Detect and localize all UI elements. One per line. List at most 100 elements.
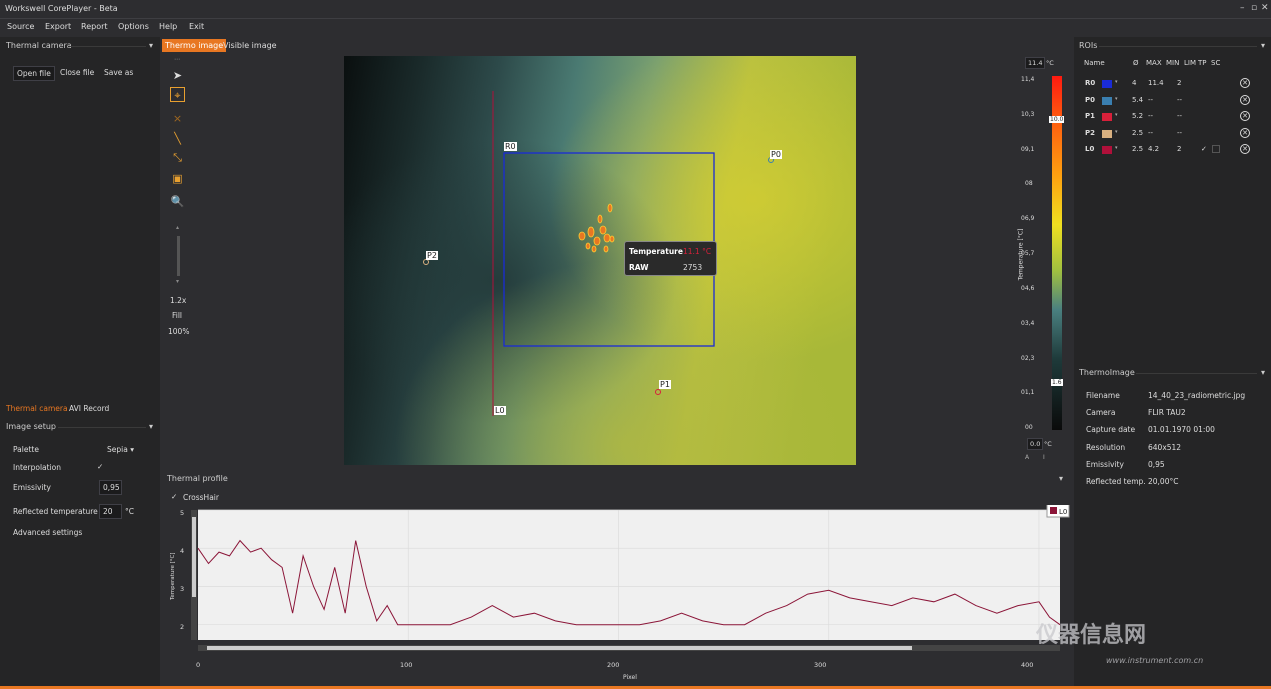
roi-max: 4.2 bbox=[1148, 145, 1160, 153]
roi-color-swatch[interactable] bbox=[1102, 129, 1112, 138]
collapse-icon-setup[interactable]: ▾ bbox=[149, 422, 153, 431]
crosshair-tool-icon[interactable]: ⌖ bbox=[170, 87, 185, 102]
menu-help[interactable]: Help bbox=[159, 22, 177, 31]
roi-delete-icon[interactable]: ✕ bbox=[1240, 78, 1250, 88]
scale-min-input[interactable]: 0.0 bbox=[1027, 438, 1044, 450]
pointer-tool-icon[interactable]: ➤ bbox=[170, 68, 185, 83]
roi-row[interactable]: L0 2.5 4.2 2 ✓ ▾ ✕ bbox=[1074, 144, 1271, 161]
collapse-icon-thermoimage[interactable]: ▾ bbox=[1261, 368, 1265, 377]
zoom-slider[interactable] bbox=[177, 236, 180, 276]
close-file-button[interactable]: Close file bbox=[60, 68, 94, 77]
roi-delete-icon[interactable]: ✕ bbox=[1240, 144, 1250, 154]
roi-name: L0 bbox=[1085, 145, 1095, 153]
roi-delete-icon[interactable]: ✕ bbox=[1240, 127, 1250, 138]
roi-color-dropdown-icon[interactable]: ▾ bbox=[1115, 145, 1118, 151]
menu-exit[interactable]: Exit bbox=[189, 22, 204, 31]
watermark-url: www.instrument.com.cn bbox=[1106, 656, 1204, 665]
scale-tick-2: 09,1 bbox=[1021, 146, 1035, 153]
save-as-button[interactable]: Save as bbox=[104, 68, 133, 77]
tooltip-raw-value: 2753 bbox=[683, 263, 703, 272]
roi-row[interactable]: P1 5.2 -- -- ▾ ✕ bbox=[1074, 111, 1271, 128]
marker-p2: P2 bbox=[426, 251, 438, 260]
close-icon[interactable]: ✕ bbox=[1261, 3, 1269, 13]
roi-color-dropdown-icon[interactable]: ▾ bbox=[1115, 112, 1118, 118]
rois-header: ROIs bbox=[1079, 41, 1098, 50]
roi-avg: 5.4 bbox=[1132, 95, 1144, 104]
scale-hi-marker[interactable]: 10.0 bbox=[1049, 116, 1065, 123]
watermark-cn: 仪器信息网 bbox=[1036, 623, 1147, 648]
info-value: 01.01.1970 01:00 bbox=[1148, 425, 1215, 435]
maximize-icon[interactable]: ▫ bbox=[1251, 3, 1257, 13]
zoom-down-icon[interactable]: ▾ bbox=[176, 278, 179, 285]
info-value: 20,00°C bbox=[1148, 477, 1179, 486]
menu-source[interactable]: Source bbox=[7, 22, 34, 31]
roi-color-dropdown-icon[interactable]: ▾ bbox=[1115, 96, 1118, 102]
tab-thermal-camera[interactable]: Thermal camera bbox=[6, 404, 68, 413]
advanced-settings-button[interactable]: Advanced settings bbox=[13, 528, 82, 537]
roi-color-swatch[interactable] bbox=[1102, 113, 1112, 121]
minimize-icon[interactable]: – bbox=[1240, 3, 1245, 13]
tab-avi-record[interactable]: AVI Record bbox=[69, 404, 109, 413]
info-value: 640x512 bbox=[1148, 442, 1182, 452]
thermoimage-header: ThermoImage bbox=[1079, 368, 1135, 377]
image-setup-header: Image setup bbox=[6, 422, 56, 431]
scale-mode-a[interactable]: A bbox=[1025, 454, 1029, 461]
roi-color-dropdown-icon[interactable]: ▾ bbox=[1115, 129, 1118, 135]
scale-tick-1: 10,3 bbox=[1021, 111, 1035, 118]
scale-max-input[interactable]: 11.4 bbox=[1025, 57, 1046, 69]
setup-divider bbox=[58, 427, 146, 428]
menu-options[interactable]: Options bbox=[118, 22, 149, 31]
scale-mode-i[interactable]: I bbox=[1043, 454, 1045, 461]
roi-color-swatch[interactable] bbox=[1102, 146, 1112, 154]
header-divider bbox=[70, 46, 146, 47]
roi-color-dropdown-icon[interactable]: ▾ bbox=[1115, 79, 1118, 85]
interpolation-checkbox[interactable]: ✓ bbox=[97, 462, 103, 471]
ytick-2: 2 bbox=[180, 623, 184, 631]
collapse-icon[interactable]: ▾ bbox=[149, 41, 153, 50]
roi-sc-checkbox[interactable] bbox=[1212, 145, 1220, 153]
rectangle-tool-icon[interactable]: ▣ bbox=[170, 171, 185, 186]
roi-delete-icon[interactable]: ✕ bbox=[1240, 111, 1250, 121]
menu-report[interactable]: Report bbox=[81, 22, 108, 31]
info-key: Filename bbox=[1086, 391, 1120, 400]
palette-select[interactable]: Sepia ▾ bbox=[107, 445, 134, 454]
info-value: 14_40_23_radiometric.jpg bbox=[1148, 391, 1246, 400]
thermal-image-canvas bbox=[344, 56, 856, 465]
collapse-icon-rois[interactable]: ▾ bbox=[1261, 41, 1265, 50]
roi-color-swatch[interactable] bbox=[1102, 96, 1112, 105]
thermal-image[interactable]: R0 P0 P1 P2 L0 Temperature 11.1 °C RAW 2… bbox=[344, 56, 856, 465]
palette-label: Palette bbox=[13, 445, 39, 454]
open-file-button[interactable]: Open file bbox=[13, 66, 55, 81]
fill-button[interactable]: Fill bbox=[172, 311, 182, 320]
percent-button[interactable]: 100% bbox=[168, 327, 189, 336]
roi-min: -- bbox=[1177, 112, 1183, 120]
zoom-up-icon[interactable]: ▴ bbox=[176, 224, 179, 231]
reflected-temp-unit: °C bbox=[125, 507, 134, 516]
reflected-temp-input[interactable]: 20 bbox=[99, 504, 122, 519]
thermal-profile-panel: Thermal profile ▾ ✓ CrossHair L0 5 4 3 2… bbox=[162, 470, 1070, 689]
profile-chart[interactable]: L0 5 4 3 2 Temperature [°C] 0 100 200 30… bbox=[162, 505, 1070, 689]
tab-thermo-image[interactable]: Thermo image bbox=[162, 39, 227, 52]
crosshair-label: CrossHair bbox=[183, 493, 219, 502]
roi-min: 2 bbox=[1177, 79, 1182, 87]
roi-row[interactable]: P0 5.4 -- -- ▾ ✕ bbox=[1074, 94, 1271, 112]
x-scrollbar-thumb[interactable] bbox=[207, 646, 912, 650]
crosshair-checkbox[interactable]: ✓ bbox=[171, 492, 177, 501]
tab-visible-image[interactable]: Visible image bbox=[223, 41, 277, 50]
reflected-temp-label: Reflected temperature bbox=[13, 507, 98, 516]
info-key: Camera bbox=[1086, 408, 1116, 418]
polyline-tool-icon[interactable]: ⤡ bbox=[170, 150, 185, 165]
emissivity-input[interactable]: 0,95 bbox=[99, 480, 122, 495]
collapse-icon-profile[interactable]: ▾ bbox=[1059, 474, 1063, 483]
roi-avg: 2.5 bbox=[1132, 145, 1144, 153]
roi-row[interactable]: P2 2.5 -- -- ▾ ✕ bbox=[1074, 127, 1271, 145]
y-scrollbar-thumb[interactable] bbox=[192, 517, 196, 597]
line-tool-icon[interactable]: ╲ bbox=[170, 131, 185, 146]
roi-delete-icon[interactable]: ✕ bbox=[1240, 94, 1250, 105]
menu-export[interactable]: Export bbox=[45, 22, 71, 31]
roi-color-swatch[interactable] bbox=[1102, 80, 1112, 88]
zoom-tool-icon[interactable]: 🔍 bbox=[170, 194, 185, 209]
scale-lo-marker[interactable]: 1.6 bbox=[1051, 379, 1063, 386]
point-tool-icon[interactable]: × bbox=[170, 111, 185, 126]
roi-row[interactable]: R0 4 11.4 2 ▾ ✕ bbox=[1074, 78, 1271, 95]
